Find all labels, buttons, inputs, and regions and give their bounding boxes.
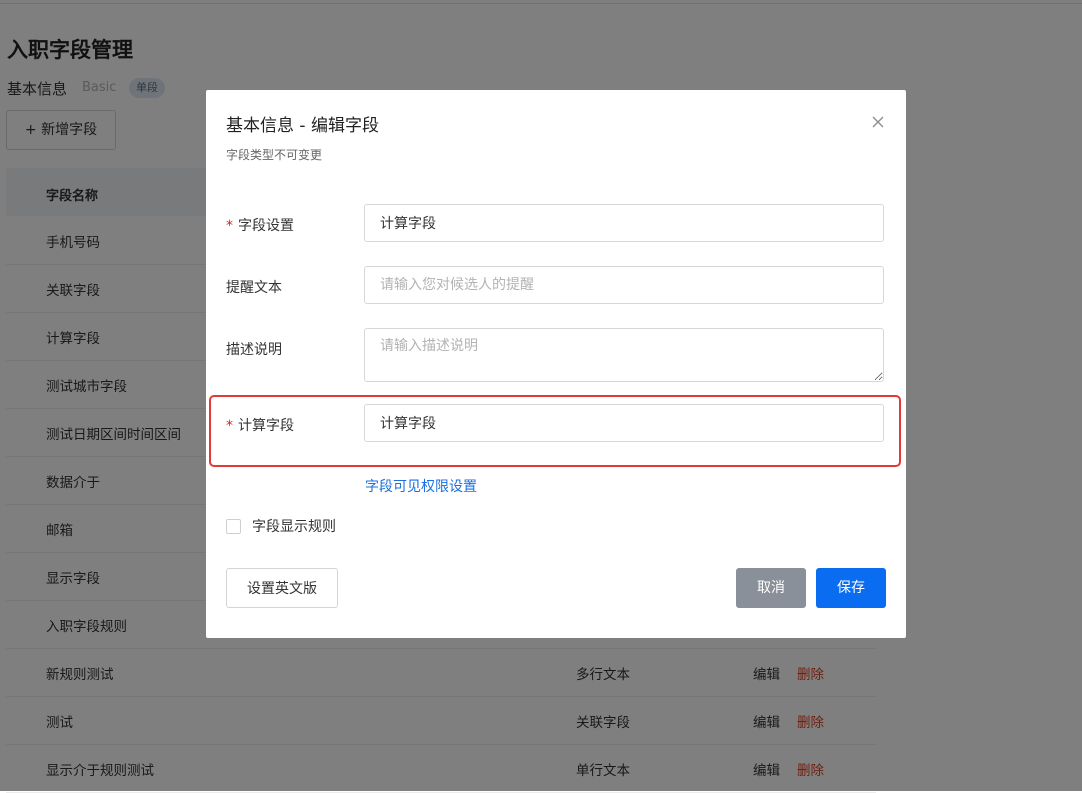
field-visibility-link[interactable]: 字段可见权限设置 <box>365 476 477 496</box>
display-rule-checkbox[interactable] <box>226 518 241 534</box>
field-setting-input[interactable] <box>364 204 884 242</box>
reminder-text-input[interactable] <box>364 266 884 304</box>
description-label: 描述说明 <box>226 342 282 358</box>
save-button[interactable]: 保存 <box>816 568 886 608</box>
required-mark: * <box>226 418 233 434</box>
cancel-button[interactable]: 取消 <box>736 568 806 608</box>
reminder-text-label: 提醒文本 <box>226 280 282 296</box>
field-setting-label: * 字段设置 <box>226 218 294 234</box>
display-rule-label: 字段显示规则 <box>252 519 336 535</box>
edit-field-dialog: 基本信息 - 编辑字段 字段类型不可变更 *字段设置 提醒文本 描述说明 *计算… <box>206 90 906 638</box>
display-rule-checkbox-row[interactable]: 字段显示规则 <box>226 516 336 536</box>
calc-field-input[interactable] <box>364 404 884 442</box>
description-textarea[interactable] <box>364 328 884 382</box>
dialog-title: 基本信息 - 编辑字段 <box>226 116 379 136</box>
set-english-button[interactable]: 设置英文版 <box>226 568 338 608</box>
dialog-subtitle: 字段类型不可变更 <box>226 148 323 162</box>
required-mark: * <box>226 218 233 234</box>
close-icon[interactable] <box>870 114 886 130</box>
calc-field-label: * 计算字段 <box>226 418 294 434</box>
